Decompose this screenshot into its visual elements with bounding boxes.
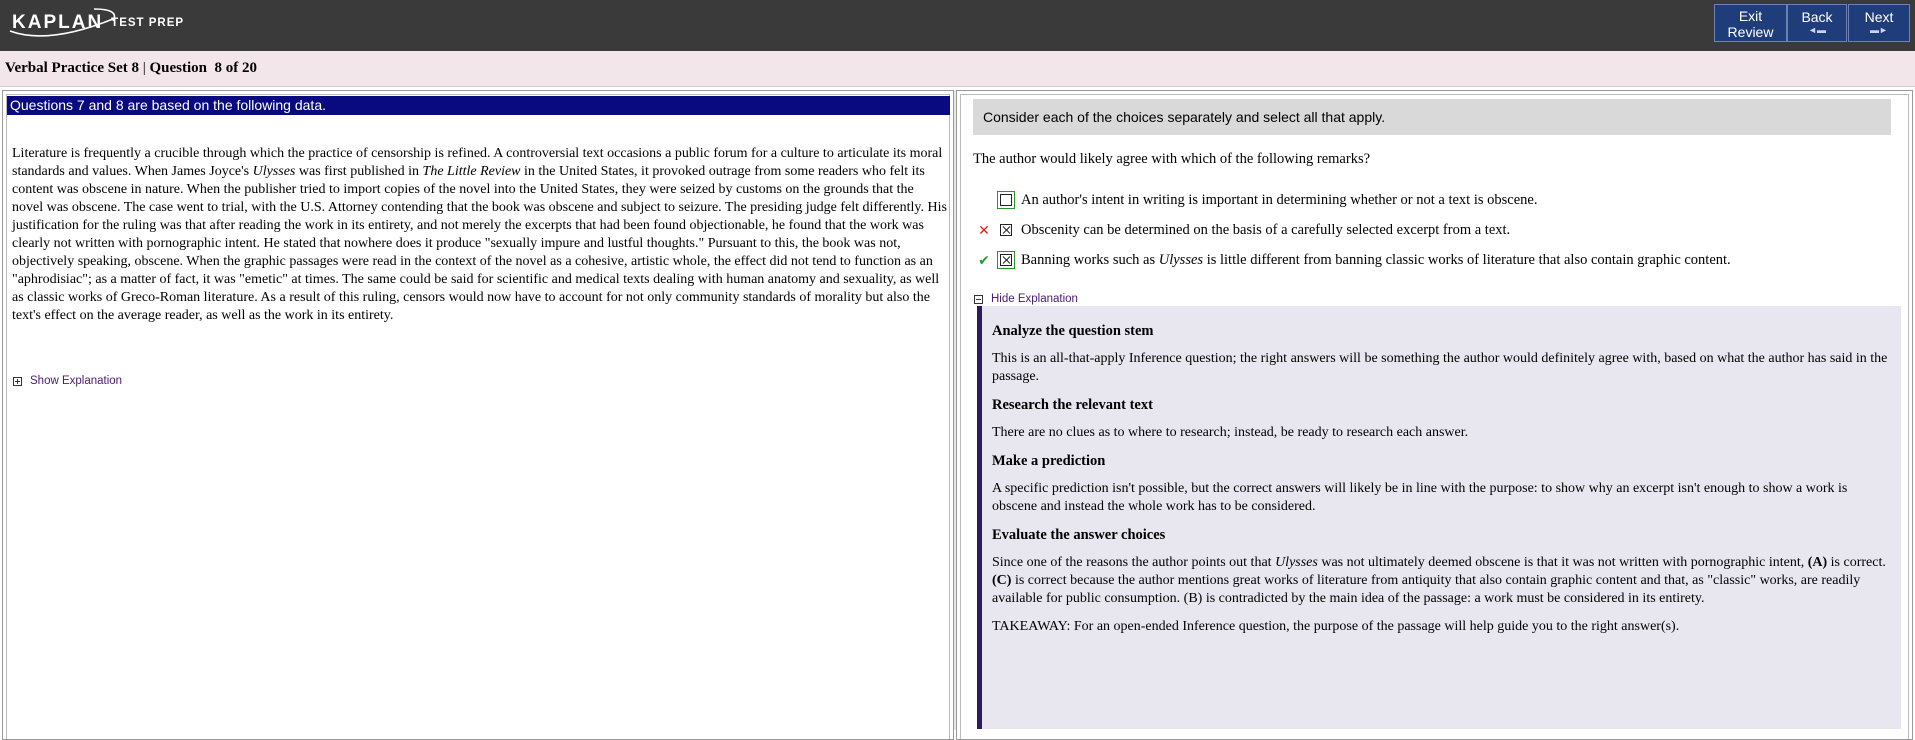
explanation-paragraph: A specific prediction isn't possible, bu… xyxy=(992,481,1848,514)
choice-a-text: An author's intent in writing is importa… xyxy=(1021,191,1538,208)
choice-a-checkbox[interactable] xyxy=(1000,194,1012,206)
exit-review-label-line2: Review xyxy=(1727,24,1774,40)
passage-header: Questions 7 and 8 are based on the follo… xyxy=(7,96,950,115)
choice-c-checkbox[interactable] xyxy=(1000,254,1012,266)
answer-choice-a[interactable]: An author's intent in writing is importa… xyxy=(997,189,1537,211)
explanation-paragraph: Since one of the reasons the author poin… xyxy=(992,554,1891,608)
next-button[interactable]: Next ▬► xyxy=(1848,4,1910,42)
explanation-heading: Make a prediction xyxy=(992,453,1106,469)
choice-c-highlight xyxy=(997,251,1015,269)
explanation-heading: Evaluate the answer choices xyxy=(992,527,1166,543)
logo-swoosh-icon xyxy=(9,8,116,37)
explanation-heading: Analyze the question stem xyxy=(992,323,1154,339)
next-label: Next xyxy=(1864,9,1894,25)
top-bar: KAPLAN TEST PREP Exit Review Back ◄▬ Nex… xyxy=(0,0,1915,51)
explanation-panel: Analyze the question stem This is an all… xyxy=(977,306,1901,729)
explanation-paragraph: There are no clues as to where to resear… xyxy=(992,425,1469,440)
passage-italic-title: Ulysses xyxy=(252,164,296,179)
incorrect-x-icon: ✕ xyxy=(978,223,990,239)
choice-c-italic-title: Ulysses xyxy=(1158,251,1204,268)
question-instruction: Consider each of the choices separately … xyxy=(973,99,1891,135)
explanation-text-part: Since one of the reasons the author poin… xyxy=(992,555,1276,570)
explanation-heading: Research the relevant text xyxy=(992,397,1153,413)
choice-b-checkbox[interactable] xyxy=(1000,224,1012,236)
show-explanation-label: Show Explanation xyxy=(30,375,123,387)
back-label: Back xyxy=(1801,9,1833,25)
answer-choice-c[interactable]: Banning works such as Ulysses is little … xyxy=(997,249,1731,271)
explanation-paragraph: This is an all-that-apply Inference ques… xyxy=(992,351,1888,384)
choice-c-text-part: is little different from banning classic… xyxy=(1203,251,1731,268)
collapse-minus-icon xyxy=(974,294,983,304)
page-title: Verbal Practice Set 8 | Question 8 of 20 xyxy=(5,60,257,77)
answer-ref-c: (C) xyxy=(992,573,1012,588)
title-bar: Verbal Practice Set 8 | Question 8 of 20 xyxy=(0,51,1915,87)
hide-explanation-link[interactable]: Hide Explanation xyxy=(974,293,1078,305)
hide-explanation-label: Hide Explanation xyxy=(991,293,1078,305)
kaplan-logo: KAPLAN TEST PREP xyxy=(9,7,185,39)
back-button[interactable]: Back ◄▬ xyxy=(1787,4,1847,42)
question-position: 8 of 20 xyxy=(214,60,258,76)
set-name: Verbal Practice Set 8 xyxy=(5,60,139,76)
right-arrow-icon: ▬► xyxy=(1870,25,1888,35)
explanation-text-part: was not ultimately deemed obscene is tha… xyxy=(1317,555,1808,570)
choice-b-text: Obscenity can be determined on the basis… xyxy=(1021,221,1511,238)
show-explanation-link[interactable]: Show Explanation xyxy=(13,375,122,387)
exit-review-button[interactable]: Exit Review xyxy=(1714,4,1787,42)
question-stem: The author would likely agree with which… xyxy=(973,151,1371,167)
passage-text: Literature is frequently a crucible thro… xyxy=(12,145,947,325)
explanation-italic-title: Ulysses xyxy=(1275,555,1318,570)
choice-c-text-part: Banning works such as xyxy=(1021,251,1159,268)
passage-italic-title: The Little Review xyxy=(422,164,521,179)
passage-text-part: was first published in xyxy=(295,164,423,179)
exit-review-label-line1: Exit xyxy=(1738,8,1763,24)
answer-ref-a: (A) xyxy=(1807,555,1828,570)
expand-plus-icon xyxy=(13,376,22,386)
logo-subtitle: TEST PREP xyxy=(111,17,185,29)
answer-choice-b[interactable]: Obscenity can be determined on the basis… xyxy=(997,219,1510,241)
correct-check-icon: ✔ xyxy=(978,253,990,269)
choice-c-text: Banning works such as Ulysses is little … xyxy=(1021,252,1731,269)
explanation-takeaway: TAKEAWAY: For an open-ended Inference qu… xyxy=(992,619,1680,634)
question-label: Question xyxy=(149,60,208,76)
choice-a-highlight xyxy=(997,191,1015,209)
left-arrow-icon: ◄▬ xyxy=(1808,25,1826,35)
passage-text-part: in the United States, it provoked outrag… xyxy=(12,164,947,323)
choice-b-highlight xyxy=(997,221,1015,239)
title-separator: | xyxy=(138,60,150,76)
explanation-text-part: is correct. xyxy=(1827,555,1886,570)
explanation-text-part: is correct because the author mentions g… xyxy=(992,573,1861,606)
